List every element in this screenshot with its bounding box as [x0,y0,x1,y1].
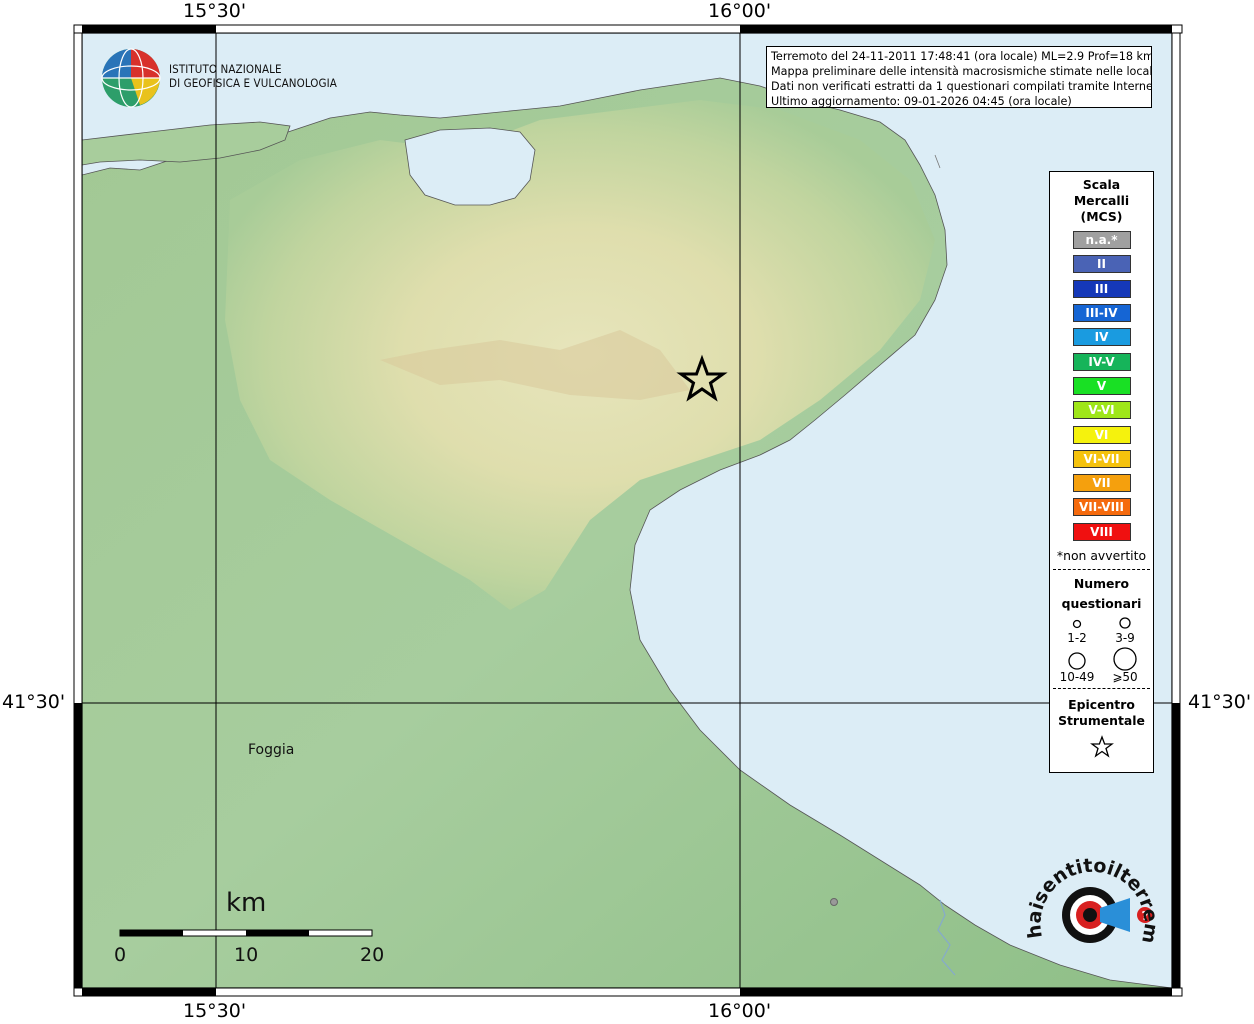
mcs-level-item: IV-V [1050,349,1153,373]
epicenter-title-1: Epicentro [1068,696,1135,712]
mcs-level-swatch: VII-VIII [1072,498,1131,517]
mcs-level-swatch: VIII [1072,522,1131,541]
mcs-level-swatch: IV-V [1072,352,1131,371]
mcs-level-item: III-IV [1050,301,1153,325]
mcs-level-swatch: III-IV [1072,304,1131,323]
mcs-level-item: IV [1050,325,1153,349]
mcs-level-swatch: V-VI [1072,401,1131,420]
q-label-4: ⩾50 [1112,669,1138,684]
ingv-logo-icon [101,48,161,108]
mcs-level-swatch: VII [1072,474,1131,493]
institute-line1: ISTITUTO NAZIONALE [169,62,282,76]
scale-label-10: 10 [234,944,259,966]
q-label-2: 3-9 [1115,630,1135,645]
legend-note: *non avvertito [1056,547,1147,563]
info-line2: Mappa preliminare delle intensità macros… [771,65,1152,78]
town-marker [830,898,838,906]
scale-label-20: 20 [360,944,385,966]
mcs-level-item: V [1050,374,1153,398]
mcs-level-swatch: II [1072,255,1131,274]
mcs-level-item: VIII [1050,520,1153,544]
mcs-level-item: II [1050,252,1153,276]
mcs-level-swatch: III [1072,279,1131,298]
mcs-level-swatch: VI [1072,425,1131,444]
mcs-level-swatch: IV [1072,328,1131,347]
scale-unit: km [226,888,267,918]
legend-title-3: (MCS) [1080,209,1123,224]
info-line4: Ultimo aggiornamento: 09-01-2026 04:45 (… [771,95,1072,108]
mcs-level-list: n.a.* II III III-IV IV IV-V V V-VI VI VI-VII VII VI… [1050,228,1153,544]
legend: Scala Mercalli (MCS) n.a.* II III III-IV IV I… [1049,171,1154,773]
mcs-level-item: VI-VII [1050,447,1153,471]
mcs-level-item: n.a.* [1050,228,1153,252]
lon-label-top-left: 15°30' [183,0,247,22]
questionnaire-title-1: Numero [1073,575,1130,591]
place-foggia: Foggia [248,742,295,758]
institute-name: ISTITUTO NAZIONALE DI GEOFISICA E VULCAN… [169,62,337,90]
q-label-3: 10-49 [1059,669,1095,684]
scale-bar [119,929,373,937]
mcs-level-item: VII-VIII [1050,495,1153,519]
mcs-level-swatch: V [1072,376,1131,395]
info-line1: Terremoto del 24-11-2011 17:48:41 (ora l… [771,50,1152,63]
lat-label-left: 41°30' [2,691,66,713]
info-line3: Dati non verificati estratti da 1 questi… [771,80,1152,93]
mcs-level-swatch: VI-VII [1072,449,1131,468]
event-info-box: Terremoto del 24-11-2011 17:48:41 (ora l… [766,46,1152,108]
lon-label-top-right: 16°00' [708,0,772,22]
legend-title-1: Scala [1082,177,1121,192]
legend-title-2: Mercalli [1073,193,1130,208]
mcs-level-item: V-VI [1050,398,1153,422]
legend-star-icon [1089,734,1114,758]
questionnaire-title-2: questionari [1061,595,1142,611]
institute-line2: DI GEOFISICA E VULCANOLOGIA [169,76,337,90]
lon-label-bottom-left: 15°30' [183,1000,247,1022]
mcs-level-swatch: n.a.* [1072,231,1131,250]
mcs-level-item: III [1050,277,1153,301]
q-label-1: 1-2 [1067,630,1087,645]
lagoon [404,127,536,206]
legend-title: Scala Mercalli (MCS) [1050,177,1153,225]
lat-label-right: 41°30' [1188,691,1252,713]
epicenter-title-2: Strumentale [1058,712,1145,728]
mcs-level-item: VI [1050,422,1153,446]
lon-label-bottom-right: 16°00' [708,1000,772,1022]
scale-label-0: 0 [114,944,127,966]
mcs-level-item: VII [1050,471,1153,495]
